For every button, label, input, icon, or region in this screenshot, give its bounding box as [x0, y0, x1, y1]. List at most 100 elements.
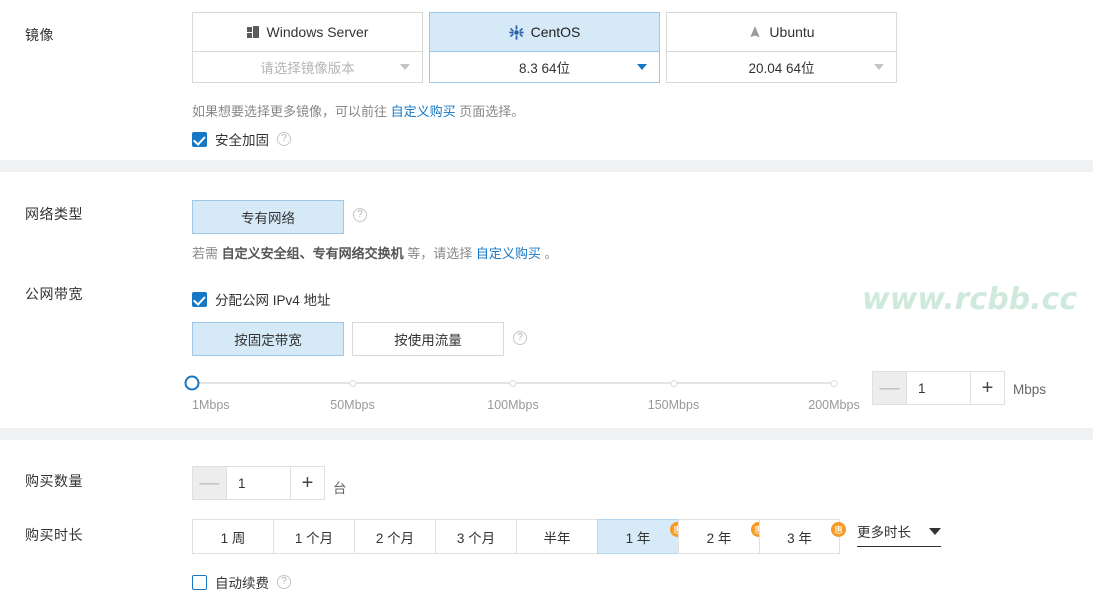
os-card-centos-name: CentOS [530, 24, 581, 40]
security-hardening-checkbox[interactable] [192, 131, 207, 147]
network-hint-middle: 等，请选择 [403, 246, 476, 261]
more-duration-label: 更多时长 [857, 525, 911, 540]
network-type-vpc-button[interactable]: 专有网络 [192, 200, 344, 234]
image-row-label: 镜像 [25, 27, 54, 43]
os-card-centos-header[interactable]: CentOS [429, 12, 660, 52]
slider-tick [509, 379, 517, 387]
help-icon[interactable]: ? [353, 208, 367, 222]
security-hardening-label: 安全加固 [215, 133, 269, 148]
network-hint-prefix: 若需 [192, 246, 222, 261]
bandwidth-mode-fixed-button[interactable]: 按固定带宽 [192, 322, 344, 356]
bandwidth-slider-handle[interactable] [184, 375, 200, 391]
os-version-select-windows-value: 请选择镜像版本 [260, 61, 355, 76]
ubuntu-icon [750, 26, 761, 38]
plus-icon: + [981, 377, 994, 399]
quantity-input-value: 1 [238, 475, 246, 491]
duration-option-label: 1 周 [220, 530, 246, 546]
duration-option-label: 2 个月 [375, 530, 415, 546]
help-icon[interactable]: ? [513, 331, 527, 345]
windows-icon [246, 25, 260, 39]
bandwidth-decrement-button[interactable]: — [872, 371, 906, 405]
network-hint-text: 若需 自定义安全组、专有网络交换机 等，请选择 自定义购买 。 [192, 243, 558, 262]
bandwidth-mode-fixed-label: 按固定带宽 [234, 333, 302, 348]
purchase-configuration-page: 镜像 Windows Server 请选择镜像版本 CentOS 8.3 64位… [0, 0, 1093, 605]
more-duration-dropdown[interactable]: 更多时长 [857, 521, 941, 547]
minus-icon: — [879, 377, 900, 399]
os-card-windows[interactable]: Windows Server 请选择镜像版本 [192, 12, 423, 83]
duration-option-label: 3 年 [787, 530, 812, 546]
auto-renew-label: 自动续费 [215, 576, 269, 591]
allocate-ipv4-row[interactable]: 分配公网 IPv4 地址 [192, 289, 331, 309]
slider-label-100mbps: 100Mbps [487, 398, 539, 412]
bandwidth-mode-traffic-button[interactable]: 按使用流量 [352, 322, 504, 356]
os-version-select-windows[interactable]: 请选择镜像版本 [192, 52, 423, 83]
quantity-input[interactable]: 1 [226, 466, 291, 500]
security-hardening-row[interactable]: 安全加固 ? [192, 129, 291, 149]
bandwidth-increment-button[interactable]: + [971, 371, 1005, 405]
duration-option-3month[interactable]: 3 个月 [435, 519, 516, 554]
bandwidth-mode-traffic-label: 按使用流量 [394, 333, 462, 348]
allocate-ipv4-label: 分配公网 IPv4 地址 [215, 293, 331, 308]
plus-icon: + [301, 472, 314, 494]
os-card-windows-header[interactable]: Windows Server [192, 12, 423, 52]
bandwidth-input[interactable]: 1 [906, 371, 971, 405]
centos-icon [508, 24, 524, 40]
chevron-down-icon [637, 64, 647, 70]
duration-option-label: 1 年 [625, 530, 651, 546]
bandwidth-unit-label: Mbps [1013, 382, 1047, 397]
slider-tick [349, 379, 356, 387]
network-hint-bold: 自定义安全组、专有网络交换机 [221, 246, 404, 261]
chevron-down-icon [400, 64, 410, 70]
os-card-ubuntu[interactable]: Ubuntu 20.04 64位 [666, 12, 897, 83]
help-icon[interactable]: ? [277, 132, 291, 146]
os-card-ubuntu-header[interactable]: Ubuntu [666, 12, 897, 52]
os-card-centos[interactable]: CentOS 8.3 64位 [429, 12, 660, 83]
quantity-unit-label: 台 [333, 481, 347, 496]
duration-option-1week[interactable]: 1 周 [192, 519, 273, 554]
slider-label-150mbps: 150Mbps [647, 398, 700, 412]
allocate-ipv4-checkbox[interactable] [192, 291, 207, 307]
image-hint-text: 如果想要选择更多镜像，可以前往 自定义购买 页面选择。 [192, 101, 524, 120]
duration-option-halfyear[interactable]: 半年 [516, 519, 597, 554]
os-version-select-centos-value: 8.3 64位 [518, 61, 571, 76]
duration-option-label: 1 个月 [294, 530, 334, 546]
duration-option-2year[interactable]: 2 年 惠 [678, 519, 766, 554]
quantity-increment-button[interactable]: + [291, 466, 325, 500]
duration-row-label: 购买时长 [25, 527, 83, 543]
promo-badge-icon: 惠 [831, 522, 846, 537]
quantity-stepper[interactable]: — 1 + [192, 466, 325, 500]
duration-option-label: 2 年 [706, 530, 732, 546]
duration-tab-group: 1 周 1 个月 2 个月 3 个月 半年 1 年 惠 2 年 惠 3 年 惠 [192, 519, 846, 554]
minus-icon: — [199, 472, 220, 494]
custom-purchase-link[interactable]: 自定义购买 [391, 104, 456, 119]
os-card-group: Windows Server 请选择镜像版本 CentOS 8.3 64位 Ub… [192, 12, 897, 83]
bandwidth-slider-track[interactable]: 1Mbps 50Mbps 100Mbps 150Mbps 200Mbps [184, 375, 860, 412]
slider-label-1mbps: 1Mbps [192, 398, 230, 412]
watermark-text: www.rcbb.cc [862, 282, 1078, 317]
chevron-down-icon [929, 527, 941, 535]
custom-purchase-link[interactable]: 自定义购买 [476, 246, 541, 261]
network-hint-suffix: 。 [540, 246, 558, 261]
slider-tick [830, 379, 838, 387]
slider-tick [670, 379, 677, 387]
help-icon[interactable]: ? [277, 575, 291, 589]
auto-renew-checkbox[interactable] [192, 574, 207, 590]
os-version-select-ubuntu-value: 20.04 64位 [748, 61, 815, 76]
os-card-ubuntu-name: Ubuntu [769, 24, 815, 40]
quantity-decrement-button[interactable]: — [192, 466, 226, 500]
slider-label-50mbps: 50Mbps [330, 398, 375, 412]
image-section: 镜像 Windows Server 请选择镜像版本 CentOS 8.3 64位… [0, 0, 1093, 160]
bandwidth-stepper[interactable]: — 1 + [872, 371, 1005, 405]
os-version-select-ubuntu[interactable]: 20.04 64位 [666, 52, 897, 83]
duration-option-1month[interactable]: 1 个月 [273, 519, 354, 554]
image-hint-prefix: 如果想要选择更多镜像，可以前往 [192, 104, 391, 119]
network-type-row-label: 网络类型 [25, 206, 83, 222]
duration-option-3year[interactable]: 3 年 惠 [759, 519, 846, 554]
os-version-select-centos[interactable]: 8.3 64位 [429, 52, 660, 83]
duration-option-1year[interactable]: 1 年 惠 [597, 519, 685, 554]
auto-renew-row[interactable]: 自动续费 ? [192, 572, 291, 592]
quantity-row-label: 购买数量 [25, 473, 83, 489]
duration-option-label: 3 个月 [456, 530, 496, 546]
slider-label-200mbps: 200Mbps [808, 398, 860, 412]
duration-option-2month[interactable]: 2 个月 [354, 519, 435, 554]
